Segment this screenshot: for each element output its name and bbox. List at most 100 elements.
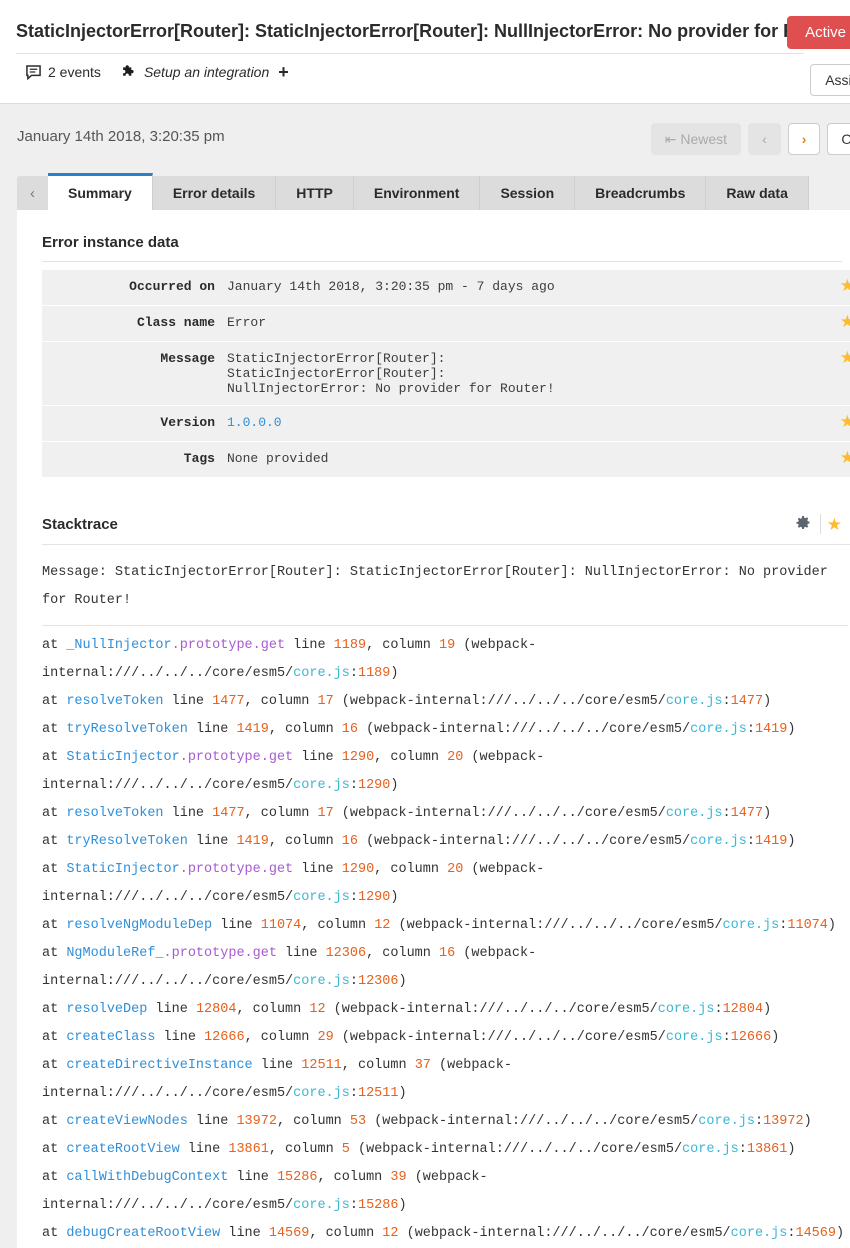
frame-function-name[interactable]: resolveToken [66,806,163,821]
frame-function-name[interactable]: createClass [66,1030,155,1045]
frame-file-name[interactable]: core.js [690,722,747,737]
assign-to-button[interactable]: Assign t [810,64,850,96]
star-icon[interactable]: ★ [840,451,850,468]
stacktrace-frame: at resolveToken line 1477, column 17 (we… [42,800,849,828]
star-icon[interactable]: ★ [840,351,850,368]
frame-close-paren: ) [763,806,772,821]
stacktrace-star-icon[interactable]: ★ [827,516,842,533]
frame-colon: : [746,834,755,849]
frame-line-number: 12804 [195,1002,237,1017]
tab-raw-data[interactable]: Raw data [706,176,809,210]
frame-function-name[interactable]: createDirectiveInstance [66,1058,252,1073]
stacktrace-frame: at NgModuleRef_.prototype.get line 12306… [42,940,849,996]
frame-file-name[interactable]: core.js [723,918,780,933]
row-star-cell: ★ [835,342,850,406]
setup-integration-item[interactable]: Setup an integration + [121,63,289,81]
frame-function-name[interactable]: StaticInjector [66,750,179,765]
frame-file-line: 1419 [754,722,788,737]
add-integration-icon[interactable]: + [278,63,289,81]
frame-colon: : [349,666,358,681]
frame-function-name[interactable]: callWithDebugContext [66,1170,228,1185]
status-badge[interactable]: Active [787,16,850,49]
frame-column-keyword: , column [317,1170,391,1185]
frame-file-name[interactable]: core.js [293,890,350,905]
events-count-item[interactable]: 2 events [26,64,101,80]
frame-line-number: 13972 [236,1114,277,1129]
frame-line-number: 15286 [276,1170,318,1185]
frame-prototype-path: .prototype.get [171,638,286,653]
frame-file-name[interactable]: core.js [293,1086,350,1101]
comment-icon [26,64,41,80]
frame-function-name[interactable]: createRootView [66,1142,179,1157]
frame-file-name[interactable]: core.js [666,694,723,709]
frame-close-paren: ) [390,890,399,905]
tab-breadcrumbs[interactable]: Breadcrumbs [575,176,707,210]
tab-summary[interactable]: Summary [48,173,153,210]
frame-file-name[interactable]: core.js [658,1002,715,1017]
frame-file-name[interactable]: core.js [731,1226,788,1241]
frame-file-name[interactable]: core.js [666,1030,723,1045]
star-icon[interactable]: ★ [840,415,850,432]
frame-file-name[interactable]: core.js [293,974,350,989]
frame-function-name[interactable]: tryResolveToken [66,834,188,849]
tab-http[interactable]: HTTP [276,176,354,210]
frame-function-name[interactable]: resolveNgModuleDep [66,918,212,933]
frame-column-number: 17 [317,806,334,821]
frame-colon: : [746,722,755,737]
events-count-label: 2 events [48,64,101,80]
stacktrace-heading: Stacktrace [42,515,118,533]
frame-close-paren: ) [787,722,796,737]
tab-session[interactable]: Session [480,176,576,210]
frame-column-keyword: , column [366,638,439,653]
puzzle-piece-icon [121,64,137,80]
pager-next-button[interactable]: › [787,123,821,156]
frame-file-name[interactable]: core.js [690,834,747,849]
pager-prev-button[interactable]: ‹ [748,123,781,156]
frame-close-paren: ) [787,834,796,849]
frame-function-name[interactable]: _NullInjector [66,638,171,653]
frame-file-name[interactable]: core.js [682,1142,739,1157]
frame-function-name[interactable]: debugCreateRootView [66,1226,220,1241]
pager-oldest-button[interactable]: Oldes [827,123,850,156]
frame-function-name[interactable]: tryResolveToken [66,722,188,737]
frame-column-number: 12 [382,1226,399,1241]
stacktrace-message-divider [42,625,848,626]
pager-newest-button[interactable]: ⇤ Newest [650,123,742,156]
frame-line-keyword: line [212,918,261,933]
frame-line-number: 1419 [236,722,269,737]
frame-close-paren: ) [803,1114,812,1129]
frame-column-number: 12 [374,918,391,933]
tab-environment[interactable]: Environment [353,176,481,210]
summary-panel: Error instance data Occurred on January 1… [17,210,850,1248]
star-icon[interactable]: ★ [840,279,850,296]
gear-icon[interactable] [795,515,811,534]
frame-line-keyword: line [147,1002,196,1017]
frame-function-name[interactable]: resolveToken [66,694,163,709]
row-star-cell: ★ [835,442,850,478]
frame-file-name[interactable]: core.js [293,666,350,681]
frame-path: (webpack-internal:///../../../core/esm5/ [398,1226,731,1241]
frame-line-keyword: line [187,722,237,737]
row-value[interactable]: 1.0.0.0 [227,406,835,442]
frame-function-name[interactable]: StaticInjector [66,862,179,877]
frame-function-name[interactable]: NgModuleRef_ [66,946,163,961]
page-title: StaticInjectorError[Router]: StaticInjec… [16,21,834,41]
tab-error-details[interactable]: Error details [152,176,277,210]
frame-file-line: 14569 [795,1226,836,1241]
frame-function-name[interactable]: createViewNodes [66,1114,188,1129]
tabs-scroll-left-icon[interactable]: ‹ [17,176,48,210]
frame-file-name[interactable]: core.js [698,1114,755,1129]
row-star-cell: ★ [835,406,850,442]
frame-line-number: 1290 [341,862,375,877]
frame-function-name[interactable]: resolveDep [66,1002,147,1017]
frame-file-name[interactable]: core.js [293,1198,350,1213]
frame-column-number: 19 [439,638,456,653]
stacktrace-frame: at resolveNgModuleDep line 11074, column… [42,912,849,940]
frame-file-line: 13972 [763,1114,804,1129]
star-icon[interactable]: ★ [840,315,850,332]
frame-file-name[interactable]: core.js [666,806,723,821]
frame-path: (webpack-internal:///../../../core/esm5/ [325,1002,658,1017]
frame-file-name[interactable]: core.js [293,778,350,793]
frame-column-keyword: , column [236,1002,310,1017]
frame-line-keyword: line [285,638,334,653]
